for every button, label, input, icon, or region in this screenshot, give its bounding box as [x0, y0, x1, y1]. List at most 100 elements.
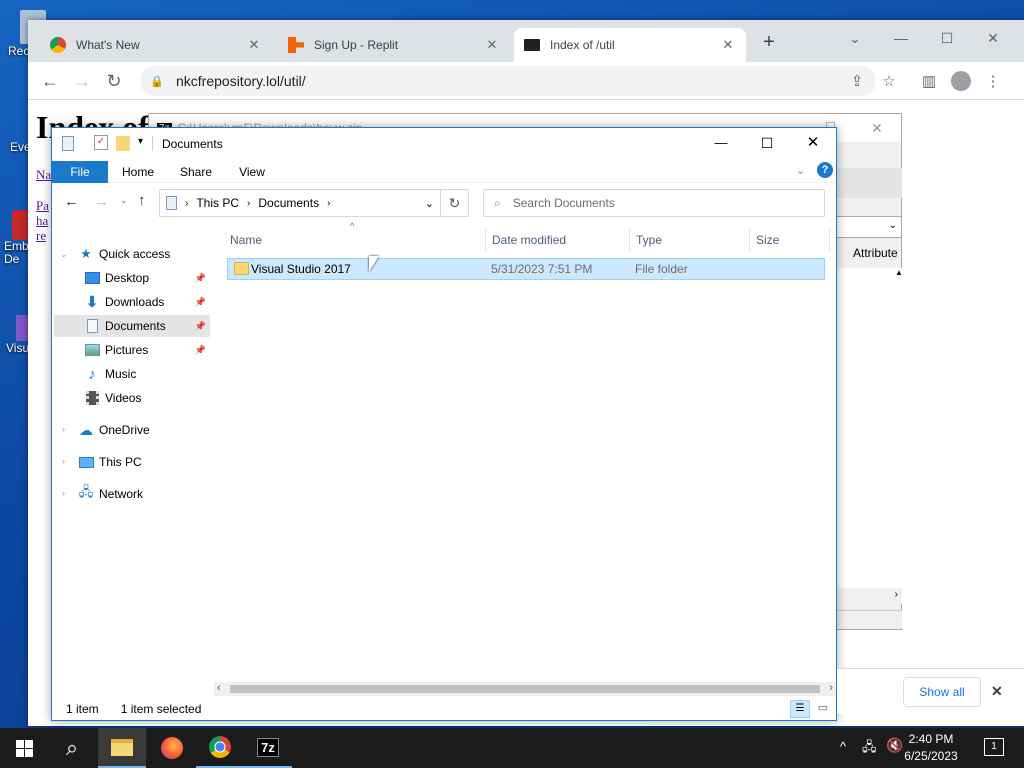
column-header-type[interactable]: Type: [630, 229, 750, 251]
forward-button[interactable]: →: [94, 193, 109, 210]
desktop-icon-visual-studio[interactable]: Visu: [0, 315, 30, 355]
tab-whats-new[interactable]: What's New ✕: [40, 28, 272, 62]
pin-icon[interactable]: 📌: [195, 345, 206, 356]
forward-button[interactable]: →: [68, 67, 96, 95]
chevron-left-icon[interactable]: ‹: [217, 682, 221, 694]
new-tab-button[interactable]: +: [746, 28, 792, 56]
close-icon[interactable]: ✕: [871, 120, 883, 137]
start-button[interactable]: [0, 728, 48, 768]
tree-item-documents[interactable]: Documents 📌: [54, 315, 210, 337]
tree-quick-access[interactable]: ⌄ ★ Quick access: [60, 243, 210, 265]
tab-search-icon[interactable]: ⌄: [832, 24, 878, 52]
network-status-icon[interactable]: 🖧: [862, 738, 877, 760]
pin-icon[interactable]: 📌: [195, 273, 206, 284]
chevron-down-icon[interactable]: ⌄: [60, 249, 68, 260]
pin-icon[interactable]: 📌: [195, 297, 206, 308]
show-all-button[interactable]: Show all: [903, 677, 981, 707]
close-window-button[interactable]: ✕: [796, 130, 830, 156]
breadcrumb-documents[interactable]: Documents: [258, 196, 319, 210]
reload-button[interactable]: ↻: [100, 67, 128, 95]
up-button[interactable]: ↑: [138, 192, 146, 209]
table-row[interactable]: Visual Studio 2017 5/31/2023 7:51 PM Fil…: [227, 258, 825, 280]
7zip-hscroll[interactable]: ›: [835, 588, 902, 604]
horizontal-scrollbar[interactable]: ‹ ›: [214, 682, 836, 696]
file-link[interactable]: ha: [36, 213, 48, 229]
search-input[interactable]: ⌕ Search Documents: [483, 189, 825, 217]
chevron-right-icon[interactable]: ›: [62, 424, 65, 434]
file-date: 5/31/2023 7:51 PM: [491, 262, 593, 276]
ribbon-tab-file[interactable]: File: [52, 161, 108, 183]
download-arrow-icon: ⬇: [85, 294, 99, 311]
properties-icon[interactable]: [62, 136, 74, 151]
maximize-button[interactable]: ☐: [750, 130, 784, 156]
column-header-attributes[interactable]: Attribute: [853, 246, 898, 260]
refresh-button[interactable]: ↻: [441, 189, 469, 217]
desktop-icon-embarcadero[interactable]: Emb De: [0, 210, 30, 266]
checkmark-icon[interactable]: ✓: [94, 135, 108, 150]
column-header-date-modified[interactable]: Date modified: [486, 229, 630, 251]
chevron-right-icon[interactable]: ›: [62, 488, 65, 498]
tab-index-of-util[interactable]: Index of /util ✕: [514, 28, 746, 62]
back-button[interactable]: ←: [36, 67, 64, 95]
close-icon[interactable]: ✕: [720, 37, 736, 53]
bookmark-star-icon[interactable]: ☆: [878, 70, 900, 92]
chevron-down-icon[interactable]: ⌄: [425, 197, 434, 210]
search-button[interactable]: ⌕: [48, 728, 96, 768]
profile-avatar-icon[interactable]: [950, 70, 972, 92]
ribbon-tab-share[interactable]: Share: [170, 161, 222, 183]
address-breadcrumb[interactable]: › This PC › Documents › ⌄: [159, 189, 441, 217]
taskbar-file-explorer[interactable]: [98, 728, 146, 768]
7zip-path-combo[interactable]: ⌄: [835, 216, 902, 238]
taskbar-chrome[interactable]: [196, 728, 244, 768]
tree-item-downloads[interactable]: ⬇ Downloads 📌: [84, 291, 210, 313]
chevron-down-icon[interactable]: ▾: [138, 136, 143, 147]
pin-icon[interactable]: 📌: [195, 321, 206, 332]
chevron-right-icon: ›: [247, 197, 251, 209]
expand-ribbon-icon[interactable]: ⌄: [796, 164, 805, 177]
ribbon-tab-view[interactable]: View: [228, 161, 276, 183]
chevron-right-icon[interactable]: ›: [62, 456, 65, 466]
desktop-icon-eve[interactable]: Eve: [0, 140, 31, 154]
side-panel-icon[interactable]: ▥: [918, 70, 940, 92]
taskbar-7zip[interactable]: 7z: [244, 728, 292, 768]
new-folder-icon[interactable]: [116, 136, 130, 151]
tree-item-pictures[interactable]: Pictures 📌: [84, 339, 210, 361]
tree-onedrive[interactable]: › ☁ OneDrive: [60, 419, 210, 441]
tree-this-pc[interactable]: › This PC: [60, 451, 210, 473]
file-link[interactable]: re: [36, 228, 46, 244]
maximize-button[interactable]: ☐: [924, 24, 970, 52]
chevron-right-icon[interactable]: ›: [829, 682, 833, 694]
notification-center-icon[interactable]: 1: [984, 738, 1004, 756]
tab-replit[interactable]: Sign Up - Replit ✕: [278, 28, 510, 62]
close-icon[interactable]: ✕: [991, 683, 1003, 700]
tree-label: Network: [99, 487, 144, 501]
column-link-name[interactable]: Na: [36, 167, 51, 183]
tree-item-videos[interactable]: Videos: [84, 387, 210, 409]
scrollbar-thumb[interactable]: [230, 685, 820, 693]
breadcrumb-this-pc[interactable]: This PC: [196, 196, 239, 210]
desktop-icon-recycle-bin[interactable]: Rec: [0, 10, 46, 58]
large-icons-view-button[interactable]: ▭: [814, 700, 832, 718]
chevron-up-icon[interactable]: ^: [840, 739, 846, 754]
column-header-size[interactable]: Size: [750, 229, 830, 251]
address-bar[interactable]: 🔒 nkcfrepository.lol/util/: [140, 66, 876, 96]
tree-item-desktop[interactable]: Desktop 📌: [84, 267, 210, 289]
back-button[interactable]: ←: [64, 193, 79, 210]
close-window-button[interactable]: ✕: [970, 24, 1016, 52]
minimize-button[interactable]: —: [704, 130, 738, 156]
menu-kebab-icon[interactable]: ⋮: [982, 70, 1004, 92]
recent-locations-icon[interactable]: ⌄: [120, 195, 128, 206]
close-icon[interactable]: ✕: [246, 37, 262, 53]
ribbon-tab-home[interactable]: Home: [114, 161, 162, 183]
column-header-name[interactable]: Name: [224, 229, 486, 251]
help-icon[interactable]: ?: [817, 162, 833, 178]
file-link[interactable]: Pa: [36, 198, 49, 214]
tree-network[interactable]: › 🖧 Network: [60, 483, 210, 505]
system-clock[interactable]: 2:40 PM 6/25/2023: [896, 731, 966, 765]
share-icon[interactable]: ⇪: [846, 70, 868, 92]
taskbar-firefox[interactable]: [148, 728, 196, 768]
tree-item-music[interactable]: ♪ Music: [84, 363, 210, 385]
close-icon[interactable]: ✕: [484, 37, 500, 53]
details-view-button[interactable]: ☰: [790, 700, 810, 718]
minimize-button[interactable]: —: [878, 24, 924, 52]
